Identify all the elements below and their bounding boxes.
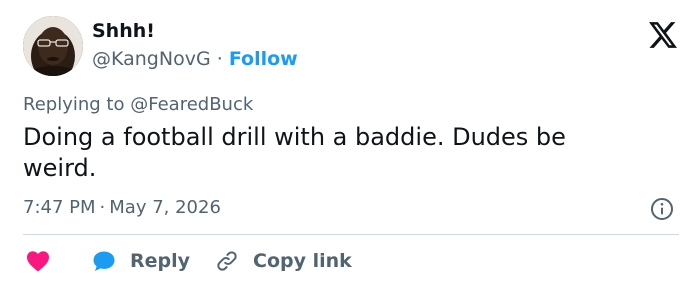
link-icon: [217, 251, 237, 271]
avatar[interactable]: [23, 16, 83, 76]
info-icon[interactable]: [650, 197, 674, 221]
replying-to-prefix: Replying to: [23, 94, 125, 115]
tweet-time: 7:47 PM: [23, 197, 96, 218]
author-name[interactable]: Shhh!: [92, 20, 155, 42]
tweet-text: Doing a football drill with a baddie. Du…: [23, 123, 566, 182]
copy-link-label: Copy link: [253, 250, 352, 272]
timestamp-separator: ·: [99, 197, 106, 218]
x-logo-icon[interactable]: [649, 22, 677, 48]
tweet-card: Shhh! @KangNovG · Follow Replying to @Fe…: [0, 0, 700, 287]
reply-button[interactable]: Reply: [92, 247, 190, 275]
handle-separator: ·: [216, 48, 223, 70]
avatar-image: [23, 16, 83, 76]
replying-to: Replying to @FearedBuck: [23, 94, 253, 115]
author-handle-row: @KangNovG · Follow: [92, 48, 298, 70]
divider: [23, 234, 679, 235]
reply-label: Reply: [130, 250, 191, 272]
heart-icon[interactable]: [26, 250, 50, 272]
copy-link-button[interactable]: Copy link: [215, 247, 352, 275]
author-handle[interactable]: @KangNovG: [92, 48, 211, 70]
replying-to-mention[interactable]: @FearedBuck: [130, 94, 253, 115]
speech-bubble-icon: [93, 251, 115, 271]
tweet-date: May 7, 2026: [109, 197, 221, 218]
follow-button[interactable]: Follow: [229, 48, 298, 70]
tweet-timestamp[interactable]: 7:47 PM · May 7, 2026: [23, 197, 221, 218]
